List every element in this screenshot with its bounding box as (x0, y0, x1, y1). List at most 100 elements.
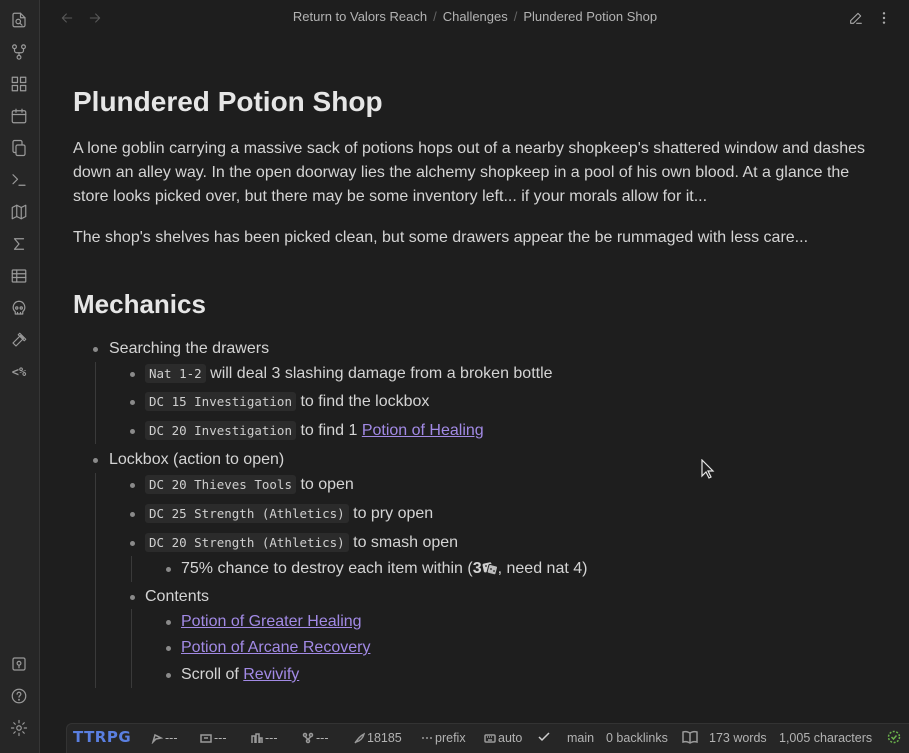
indent-guide (95, 473, 96, 688)
canvas-icon[interactable] (9, 74, 29, 94)
character-count: 1,005 characters (779, 731, 873, 745)
inline-code: DC 20 Investigation (145, 421, 296, 440)
ttrpg-plugin-label[interactable]: TTRPG (73, 728, 131, 746)
indent-guide (95, 362, 96, 444)
skull-icon[interactable] (9, 298, 29, 318)
revivify-link[interactable]: Revivify (243, 666, 299, 683)
list-item: 75% chance to destroy each item within (… (181, 559, 587, 579)
inline-code: DC 20 Thieves Tools (145, 475, 296, 494)
breadcrumb: Return to Valors Reach / Challenges / Plunde… (41, 9, 909, 24)
daily-note-icon[interactable] (9, 106, 29, 126)
list-item: Nat 1-2 will deal 3 slashing damage from… (145, 364, 553, 384)
list-item: DC 15 Investigation to find the lockbox (145, 392, 429, 412)
indent-guide (131, 556, 132, 582)
list-item-text: to open (296, 476, 354, 493)
list-item-lockbox: Lockbox (action to open) (109, 451, 285, 468)
sync-check-icon[interactable] (537, 730, 553, 745)
dice-icon (482, 561, 498, 576)
list-item-text: to find 1 (296, 422, 362, 439)
sum-icon[interactable] (9, 234, 29, 254)
indent-guide (131, 609, 132, 688)
stat-value: --- (316, 731, 329, 745)
potion-of-healing-link[interactable]: Potion of Healing (362, 422, 484, 439)
list-item: DC 25 Strength (Athletics) to pry open (145, 504, 433, 524)
list-bullet (93, 347, 98, 352)
list-bullet (130, 541, 135, 546)
edit-pencil-icon[interactable] (847, 9, 865, 27)
copy-icon[interactable] (9, 138, 29, 158)
prefix-value: prefix (435, 731, 466, 745)
potion-of-greater-healing-link[interactable]: Potion of Greater Healing (181, 613, 362, 630)
more-options-icon[interactable] (875, 9, 893, 27)
settings-icon[interactable] (9, 718, 29, 738)
reading-mode-icon[interactable] (682, 730, 700, 745)
list-bullet (93, 458, 98, 463)
list-item-text: to pry open (348, 505, 434, 522)
open-file-icon[interactable] (9, 10, 29, 30)
map-icon[interactable] (9, 202, 29, 222)
breadcrumb-item[interactable]: Challenges (443, 9, 508, 24)
potion-of-arcane-recovery-link[interactable]: Potion of Arcane Recovery (181, 639, 370, 656)
list-bullet (130, 372, 135, 377)
stat-icon (251, 733, 263, 743)
breadcrumb-current[interactable]: Plundered Potion Shop (523, 9, 657, 24)
list-item: DC 20 Strength (Athletics) to smash open (145, 533, 458, 553)
list-item: DC 20 Investigation to find 1 Potion of … (145, 421, 484, 441)
list-item-text: 75% chance to destroy each item within ( (181, 560, 473, 577)
mechanics-heading: Mechanics (73, 289, 206, 319)
command-palette-icon[interactable] (9, 170, 29, 190)
quill-icon (354, 732, 366, 744)
stat-value: --- (214, 731, 227, 745)
backlinks-count[interactable]: 0 backlinks (606, 731, 668, 745)
status-stat[interactable]: --- (151, 731, 178, 745)
stat-icon (151, 733, 164, 745)
mouse-cursor-icon (701, 459, 715, 479)
table-icon[interactable] (9, 266, 29, 286)
stat-value: --- (165, 731, 178, 745)
breadcrumb-item[interactable]: Return to Valors Reach (293, 9, 427, 24)
list-bullet (130, 595, 135, 600)
help-icon[interactable] (9, 686, 29, 706)
list-item: Potion of Greater Healing (181, 612, 362, 632)
left-ribbon: <% (0, 0, 40, 753)
stat-icon (200, 734, 212, 743)
list-bullet (130, 429, 135, 434)
status-stat[interactable]: --- (200, 731, 227, 745)
list-item-text: to find the lockbox (296, 393, 430, 410)
intro-paragraph: A lone goblin carrying a massive sack of… (73, 140, 865, 205)
list-bullet (166, 567, 171, 572)
auto-value: auto (498, 731, 523, 745)
stat-icon (302, 732, 314, 744)
graph-view-icon[interactable] (9, 42, 29, 62)
list-item-text: to smash open (348, 534, 459, 551)
list-bullet (166, 620, 171, 625)
prefix-icon (422, 737, 432, 739)
status-auto[interactable]: auto (484, 731, 522, 745)
templater-icon[interactable]: <% (9, 362, 29, 382)
status-count[interactable]: 18185 (353, 731, 402, 745)
templater-label: <% (11, 365, 27, 379)
list-item-searching: Searching the drawers (109, 340, 270, 357)
list-bullet (166, 673, 171, 678)
inline-code: Nat 1-2 (145, 364, 206, 383)
status-prefix[interactable]: prefix (421, 731, 466, 745)
list-item-text: will deal 3 slashing damage from a broke… (205, 365, 553, 382)
list-item-contents: Contents (145, 588, 210, 605)
list-item: Potion of Arcane Recovery (181, 638, 370, 658)
git-branch[interactable]: main (567, 731, 594, 745)
list-bullet (130, 400, 135, 405)
sync-status-icon[interactable] (887, 730, 903, 745)
list-bullet (130, 483, 135, 488)
hammer-icon[interactable] (9, 330, 29, 350)
status-stat[interactable]: --- (251, 731, 278, 745)
list-bullet (166, 646, 171, 651)
dice-count: 3 (472, 560, 482, 577)
keyboard-icon (484, 734, 496, 743)
list-item-text: , need nat 4) (497, 560, 588, 577)
status-stat[interactable]: --- (302, 731, 329, 745)
list-item-text: Scroll of (181, 666, 244, 683)
inline-code: DC 20 Strength (Athletics) (145, 533, 349, 552)
count-value: 18185 (367, 731, 402, 745)
vault-icon[interactable] (9, 654, 29, 674)
list-item: Scroll of Revivify (181, 665, 299, 685)
